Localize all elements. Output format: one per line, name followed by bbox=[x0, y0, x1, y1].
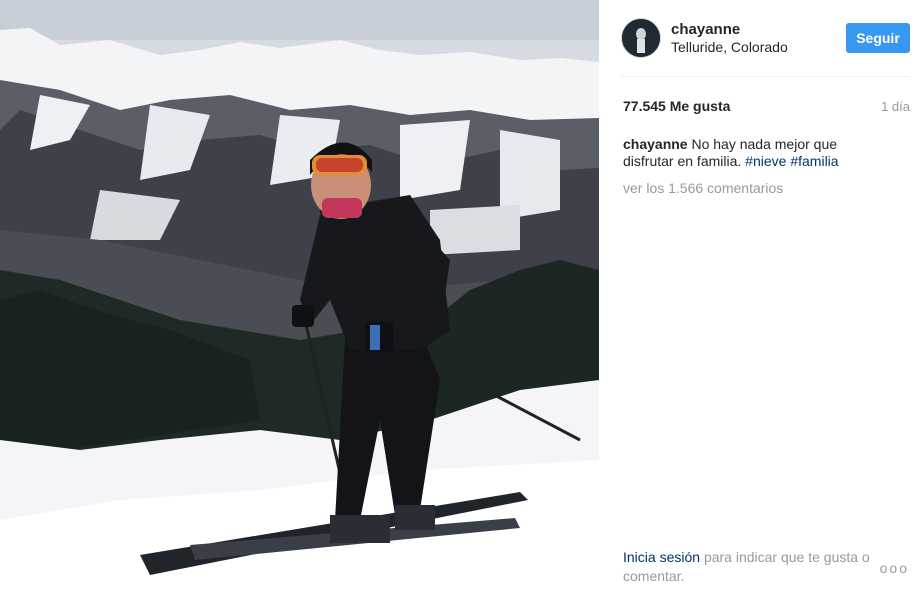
location-link[interactable]: Telluride, Colorado bbox=[671, 39, 788, 55]
hashtag-nieve[interactable]: #nieve bbox=[745, 153, 786, 169]
post-sidebar: chayanne Telluride, Colorado Seguir 77.5… bbox=[599, 0, 918, 600]
hashtag-familia[interactable]: #familia bbox=[790, 153, 838, 169]
post-timestamp[interactable]: 1 día bbox=[881, 99, 910, 114]
likes-count[interactable]: 77.545 Me gusta bbox=[623, 98, 730, 114]
avatar[interactable] bbox=[621, 18, 661, 58]
username-link[interactable]: chayanne bbox=[671, 21, 740, 38]
follow-button[interactable]: Seguir bbox=[846, 23, 910, 53]
skier-mountain-image bbox=[0, 0, 599, 600]
view-comments-link[interactable]: ver los 1.566 comentarios bbox=[623, 180, 783, 196]
more-options-icon[interactable]: ooo bbox=[880, 560, 909, 576]
post-photo[interactable] bbox=[0, 0, 599, 600]
avatar-image bbox=[622, 19, 660, 57]
login-prompt: Inicia sesión para indicar que te gusta … bbox=[623, 548, 883, 586]
caption-username[interactable]: chayanne bbox=[623, 136, 688, 152]
post-caption: chayanne No hay nada mejor que disfrutar… bbox=[623, 136, 883, 170]
login-link[interactable]: Inicia sesión bbox=[623, 549, 700, 565]
post-header: chayanne Telluride, Colorado Seguir bbox=[621, 16, 910, 77]
